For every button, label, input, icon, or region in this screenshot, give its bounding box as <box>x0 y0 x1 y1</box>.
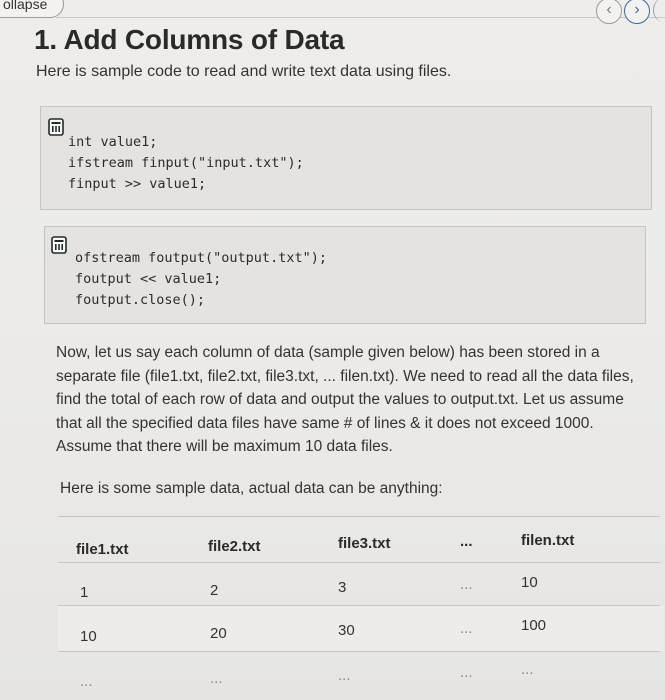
intro-text: Here is sample code to read and write te… <box>36 63 452 80</box>
table-cell: 30 <box>338 622 355 639</box>
problem-description: Now, let us say each column of data (sam… <box>56 341 650 459</box>
table-row-bg <box>58 605 664 651</box>
table-cell: 100 <box>521 617 547 634</box>
document-icon[interactable] <box>48 118 64 136</box>
table-cell: 3 <box>338 579 347 596</box>
table-header: filen.txt <box>521 532 575 549</box>
table-rule <box>58 516 660 517</box>
previous-button[interactable]: ‹ <box>596 0 622 24</box>
divider <box>56 17 665 18</box>
table-cell: 1 <box>80 584 89 601</box>
table-rule <box>58 605 660 606</box>
question-title: 1. Add Columns of Data <box>34 24 345 55</box>
collapse-button[interactable]: ollapse <box>0 0 65 18</box>
code-lines: int value1; ifstream finput("input.txt");… <box>68 132 304 195</box>
next-button[interactable]: › <box>624 0 650 24</box>
table-cell: ... <box>80 673 93 690</box>
code-line: ifstream finput("input.txt"); <box>68 155 304 171</box>
paragraph-line: separate file (file1.txt, file2.txt, fil… <box>56 367 634 385</box>
paragraph-line: Assume that there will be maximum 10 dat… <box>56 438 393 455</box>
table-rule <box>58 562 660 563</box>
sample-data-table: file1.txt file2.txt file3.txt ... filen.… <box>58 513 665 700</box>
code-line: finput >> value1; <box>68 176 207 192</box>
table-cell: ... <box>460 576 473 593</box>
table-header: file3.txt <box>338 535 391 552</box>
table-rule <box>58 651 660 652</box>
table-header: file1.txt <box>76 541 129 558</box>
code-lines: ofstream foutput("output.txt"); foutput <… <box>75 248 327 311</box>
code-block-input: int value1; ifstream finput("input.txt");… <box>40 106 652 210</box>
table-cell: 20 <box>210 625 227 642</box>
paragraph-line: Now, let us say each column of data (sam… <box>56 344 600 361</box>
table-cell: ... <box>460 620 473 637</box>
code-line: foutput.close(); <box>75 292 206 308</box>
table-cell: 10 <box>80 628 97 645</box>
table-cell: ... <box>210 670 223 687</box>
more-nav-button[interactable] <box>653 0 665 22</box>
sample-data-label: Here is some sample data, actual data ca… <box>60 480 443 497</box>
paragraph-line: find the total of each row of data and o… <box>56 391 624 408</box>
code-line: foutput << value1; <box>75 271 222 287</box>
table-cell: 10 <box>521 574 538 591</box>
code-line: ofstream foutput("output.txt"); <box>75 250 327 266</box>
paragraph-line: that all the specified data files have s… <box>56 414 594 432</box>
table-header: ... <box>460 533 473 550</box>
code-block-output: ofstream foutput("output.txt"); foutput <… <box>44 226 646 324</box>
table-cell: ... <box>460 664 473 681</box>
code-line: int value1; <box>68 134 158 150</box>
table-cell: ... <box>338 667 351 684</box>
table-cell: ... <box>521 661 534 678</box>
page: ollapse ‹ › 1. Add Columns of Data Here … <box>0 0 665 700</box>
table-header: file2.txt <box>208 538 261 555</box>
table-cell: 2 <box>210 582 219 599</box>
document-icon[interactable] <box>51 236 67 254</box>
